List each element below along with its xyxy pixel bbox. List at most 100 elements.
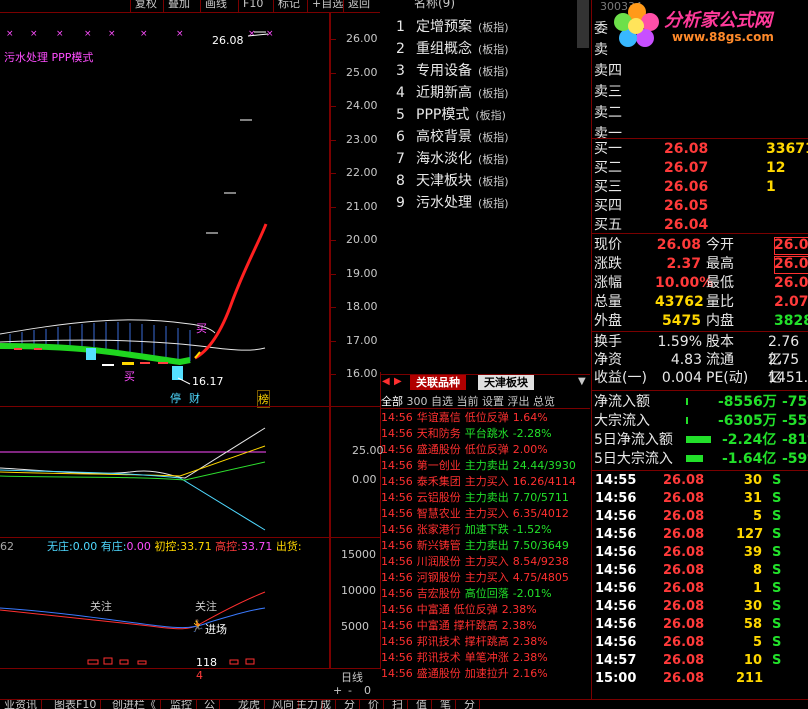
related-value: -1.52% bbox=[512, 523, 552, 536]
stat-value: 2.07 bbox=[774, 294, 808, 310]
fund-value: 1451.1 bbox=[768, 370, 808, 386]
related-row[interactable]: 14:56 川润股份 主力买入 8.54/9238 bbox=[381, 554, 569, 569]
period-label[interactable]: 日线 bbox=[341, 669, 363, 685]
flow-bar bbox=[686, 417, 688, 424]
price-tick: 24.00 bbox=[346, 99, 378, 112]
toolbar-f10-button[interactable]: F10 bbox=[238, 0, 267, 12]
concept-tag: (板指) bbox=[478, 153, 509, 166]
related-value: 2.38% bbox=[501, 619, 537, 632]
tab-prev-arrow[interactable]: ◀ bbox=[382, 376, 390, 387]
price-tick-mark bbox=[330, 173, 336, 174]
filter-all[interactable]: 全部 bbox=[381, 395, 403, 408]
related-row[interactable]: 14:56 新兴铸管 主力卖出 7.50/3649 bbox=[381, 538, 569, 553]
toolbar-draw-button[interactable]: 画线 bbox=[200, 0, 231, 12]
related-time: 14:56 bbox=[381, 619, 413, 632]
zoom-reset-button[interactable]: 0 bbox=[364, 684, 371, 697]
stop-tag: 停 bbox=[170, 392, 181, 405]
concept-name: 重组概念 bbox=[416, 41, 472, 57]
enter-label: 进场 bbox=[205, 623, 227, 636]
trade-time: 14:56 bbox=[595, 509, 637, 524]
filter-settings[interactable]: 设置 bbox=[482, 395, 504, 408]
logo: 分析家公式网 www.88gs.com bbox=[612, 2, 808, 50]
related-action: 主力买入 bbox=[464, 507, 509, 520]
concept-scrollbar[interactable] bbox=[577, 0, 589, 48]
filter-300[interactable]: 300 bbox=[407, 395, 428, 408]
toolbar-add-favorite-button[interactable]: +自选 bbox=[307, 0, 347, 12]
trade-side: S bbox=[772, 491, 782, 506]
toolbar-overlay-button[interactable]: 叠加 bbox=[163, 0, 194, 12]
related-name: 第一创业 bbox=[416, 459, 461, 472]
indicator-tick: 0.00 bbox=[352, 473, 377, 486]
related-action: 主力卖出 bbox=[464, 491, 509, 504]
trade-row: 14:56 26.08 58 S bbox=[592, 617, 808, 635]
svg-text:×: × bbox=[176, 29, 184, 39]
concept-item-8[interactable]: 8 天津板块 (板指) bbox=[396, 170, 509, 190]
trade-volume: 30 bbox=[743, 599, 762, 614]
related-time: 14:56 bbox=[381, 603, 413, 616]
concept-item-3[interactable]: 3 专用设备 (板指) bbox=[396, 60, 509, 80]
filter-favorite[interactable]: 自选 bbox=[431, 395, 453, 408]
related-row[interactable]: 14:56 云铝股份 主力卖出 7.70/5711 bbox=[381, 490, 569, 505]
price-tick: 18.00 bbox=[346, 300, 378, 313]
related-row[interactable]: 14:56 泰禾集团 主力买入 16.26/4114 bbox=[381, 474, 576, 489]
concept-tag: (板指) bbox=[478, 21, 509, 34]
related-row[interactable]: 14:56 邦讯技术 单笔冲涨 2.38% bbox=[381, 650, 548, 665]
related-row[interactable]: 14:56 中富通 撑杆跳高 2.38% bbox=[381, 618, 537, 633]
concept-tag: (板指) bbox=[478, 131, 509, 144]
related-name: 张家港行 bbox=[416, 523, 461, 536]
related-action: 单笔冲涨 bbox=[464, 651, 509, 664]
concept-item-6[interactable]: 6 高校背景 (板指) bbox=[396, 126, 509, 146]
trade-price: 26.08 bbox=[663, 617, 705, 632]
filter-overview[interactable]: 总览 bbox=[533, 395, 555, 408]
related-filters: 全部 300 自选 当前 设置 浮出 总览 bbox=[381, 393, 589, 408]
logo-title: 分析家公式网 bbox=[664, 10, 772, 31]
concept-item-1[interactable]: 1 定增预案 (板指) bbox=[396, 16, 509, 36]
related-row[interactable]: 14:56 吉宏股份 高位回落 -2.01% bbox=[381, 586, 552, 601]
related-value: 2.16% bbox=[512, 667, 548, 680]
concept-item-5[interactable]: 5 PPP模式 (板指) bbox=[396, 104, 506, 124]
filter-current[interactable]: 当前 bbox=[457, 395, 479, 408]
toolbar-mark-button[interactable]: 标记 bbox=[273, 0, 304, 12]
related-row[interactable]: 14:56 张家港行 加速下跌 -1.52% bbox=[381, 522, 552, 537]
related-row[interactable]: 14:56 盛通股份 低位反弹 2.00% bbox=[381, 442, 548, 457]
trade-volume: 10 bbox=[743, 653, 762, 668]
zoom-in-button[interactable]: + bbox=[333, 684, 342, 697]
svg-text:×: × bbox=[108, 29, 116, 39]
sep-orderbook bbox=[592, 138, 808, 139]
tab-dropdown-icon[interactable]: ▼ bbox=[578, 376, 586, 387]
concept-item-9[interactable]: 9 污水处理 (板指) bbox=[396, 192, 509, 212]
related-name: 天和防务 bbox=[416, 427, 461, 440]
concept-item-2[interactable]: 2 重组概念 (板指) bbox=[396, 38, 509, 58]
tab-related[interactable]: 关联品种 bbox=[410, 375, 466, 390]
filter-float[interactable]: 浮出 bbox=[508, 395, 530, 408]
date-axis: 4 日线 bbox=[0, 668, 380, 684]
toolbar-fuquan-button[interactable]: 复权 bbox=[130, 0, 161, 12]
fund-value: 0.004 bbox=[661, 370, 702, 386]
related-row[interactable]: 14:56 华谊嘉信 低位反弹 1.64% bbox=[381, 410, 548, 425]
related-row[interactable]: 14:56 邦讯技术 撑杆跳高 2.38% bbox=[381, 634, 548, 649]
zoom-out-button[interactable]: - bbox=[348, 684, 352, 697]
fund-value: 2.75亿 bbox=[768, 352, 800, 386]
price-tick: 26.00 bbox=[346, 32, 378, 45]
stat-value: 26.08 bbox=[656, 237, 701, 253]
related-row[interactable]: 14:56 第一创业 主力卖出 24.44/3930 bbox=[381, 458, 576, 473]
buy-level-price: 26.06 bbox=[664, 179, 709, 195]
related-row[interactable]: 14:56 智慧农业 主力买入 6.35/4012 bbox=[381, 506, 569, 521]
concept-item-4[interactable]: 4 近期新高 (板指) bbox=[396, 82, 509, 102]
related-row[interactable]: 14:56 盛通股份 加速拉升 2.16% bbox=[381, 666, 548, 681]
related-value: 8.54/9238 bbox=[512, 555, 569, 568]
price-tick: 16.00 bbox=[346, 367, 378, 380]
related-value: -2.01% bbox=[512, 587, 552, 600]
related-value: 7.50/3649 bbox=[512, 539, 569, 552]
related-row[interactable]: 14:56 天和防务 平台跳水 -2.28% bbox=[381, 426, 552, 441]
concept-index: 2 bbox=[396, 41, 405, 57]
stat-label: 今开 bbox=[706, 237, 734, 253]
toolbar-back-button[interactable]: 返回 bbox=[343, 0, 374, 12]
related-row[interactable]: 14:56 中富通 低位反弹 2.38% bbox=[381, 602, 537, 617]
flow-bar bbox=[686, 436, 711, 443]
related-row[interactable]: 14:56 河钢股份 主力买入 4.75/4805 bbox=[381, 570, 569, 585]
tab-tianjin[interactable]: 天津板块 bbox=[478, 375, 534, 390]
tab-next-arrow[interactable]: ▶ bbox=[394, 376, 402, 387]
trade-price: 26.08 bbox=[663, 509, 705, 524]
concept-item-7[interactable]: 7 海水淡化 (板指) bbox=[396, 148, 509, 168]
